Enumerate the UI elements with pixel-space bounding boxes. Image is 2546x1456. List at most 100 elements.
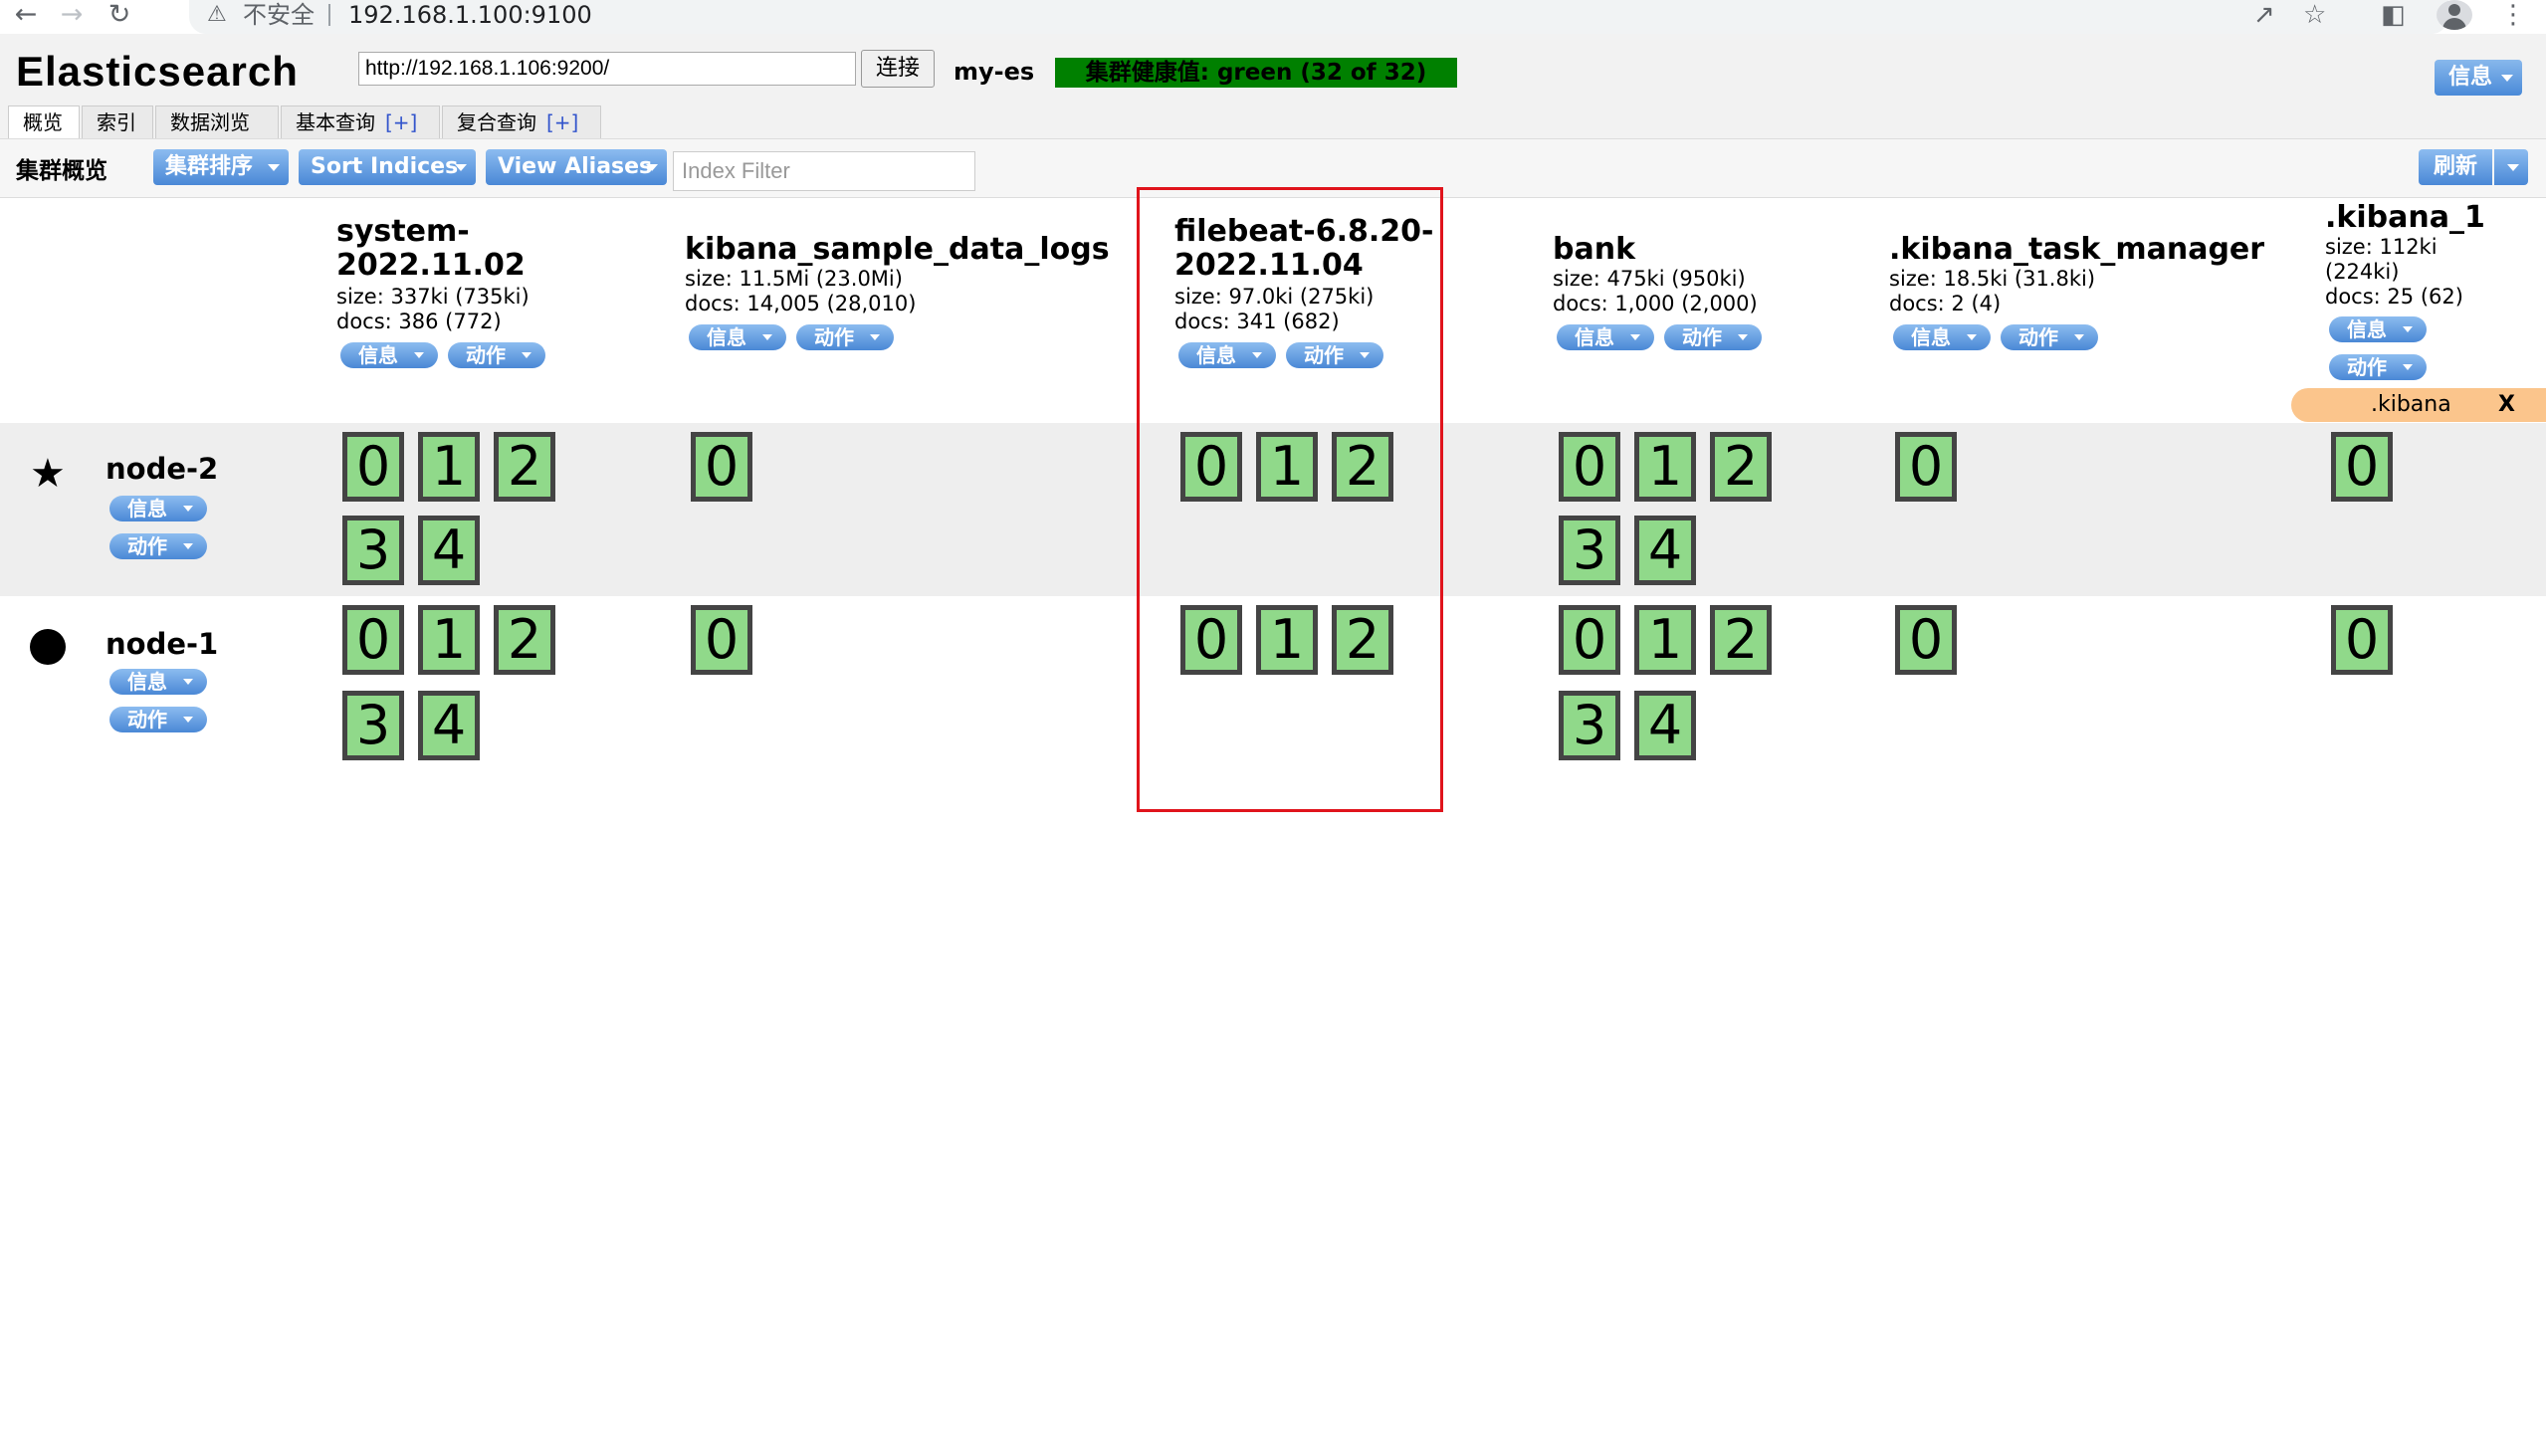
share-icon[interactable]: ↗ (2253, 0, 2275, 30)
chevron-down-icon (183, 717, 193, 723)
menu-kebab-icon[interactable]: ⋮ (2500, 0, 2526, 30)
tab-overview[interactable]: 概览 (8, 105, 80, 138)
close-icon[interactable]: X (2498, 388, 2515, 422)
shard-box[interactable]: 2 (1710, 605, 1772, 675)
shard-box[interactable]: 1 (1634, 605, 1696, 675)
connection-url-input[interactable]: http://192.168.1.106:9200/ (358, 52, 856, 86)
shard-box[interactable]: 2 (1710, 432, 1772, 502)
tab-compound-query[interactable]: 复合查询 [+] (442, 105, 601, 138)
shard-box[interactable]: 0 (2331, 605, 2393, 675)
shard-box[interactable]: 4 (1634, 516, 1696, 585)
shard-box[interactable]: 1 (1634, 432, 1696, 502)
app-title: Elasticsearch (16, 48, 299, 95)
pill-label: 信息 (1911, 325, 1951, 349)
side-panel-icon[interactable]: ◧ (2381, 0, 2406, 30)
shard-box[interactable]: 0 (342, 432, 404, 502)
shard-box[interactable]: 2 (494, 432, 555, 502)
node-action-button[interactable]: 动作 (109, 707, 207, 732)
index-info-button[interactable]: 信息 (340, 342, 438, 368)
address-bar[interactable]: ⚠ 不安全 192.168.1.100:9100 ↗ ☆ (189, 0, 2448, 34)
shard-box[interactable]: 4 (418, 516, 480, 585)
forward-arrow-icon[interactable]: → (52, 0, 92, 30)
index-name[interactable]: kibana_sample_data_logs (685, 233, 1110, 267)
index-info-button[interactable]: 信息 (1893, 324, 1991, 350)
info-menu-label: 信息 (2448, 65, 2493, 90)
bookmark-star-icon[interactable]: ☆ (2303, 0, 2326, 30)
shard-box[interactable]: 0 (1895, 605, 1957, 675)
shard-box[interactable]: 3 (1559, 516, 1620, 585)
address-url[interactable]: 192.168.1.100:9100 (348, 0, 592, 30)
shard-box[interactable]: 4 (418, 691, 480, 760)
node-name[interactable]: node-1 (106, 627, 218, 661)
index-name[interactable]: bank (1553, 233, 1635, 267)
sort-indices-button[interactable]: Sort Indices (299, 149, 476, 185)
refresh-options-button[interactable] (2494, 149, 2528, 185)
shard-box[interactable]: 4 (1634, 691, 1696, 760)
info-menu-button[interactable]: 信息 (2435, 60, 2522, 96)
connect-button[interactable]: 连接 (861, 50, 935, 88)
shard-box[interactable]: 0 (691, 605, 752, 675)
chevron-down-icon (522, 352, 531, 358)
index-filter-input[interactable]: Index Filter (673, 151, 975, 191)
tab-indices[interactable]: 索引 (82, 105, 153, 138)
shard-box[interactable]: 0 (2331, 432, 2393, 502)
index-info-button[interactable]: 信息 (1557, 324, 1654, 350)
index-name[interactable]: .kibana_task_manager (1889, 233, 2264, 267)
view-aliases-button[interactable]: View Aliases (486, 149, 667, 185)
cluster-name: my-es (954, 58, 1035, 86)
index-name-line: system- (336, 214, 470, 249)
index-size: size: 112ki (2325, 235, 2438, 259)
index-action-button[interactable]: 动作 (796, 324, 894, 350)
shard-box[interactable]: 3 (342, 691, 404, 760)
shard-box[interactable]: 0 (342, 605, 404, 675)
shard-box[interactable]: 0 (1559, 432, 1620, 502)
address-separator (328, 4, 330, 26)
index-name[interactable]: .kibana_1 (2325, 201, 2485, 235)
pill-label: 动作 (127, 534, 167, 558)
index-docs: docs: 25 (62) (2325, 285, 2463, 309)
alias-tag[interactable]: .kibana X (2291, 388, 2546, 422)
shard-box[interactable]: 0 (1559, 605, 1620, 675)
profile-avatar-icon[interactable] (2437, 0, 2472, 30)
shard-box[interactable]: 3 (342, 516, 404, 585)
shard-box[interactable]: 0 (1895, 432, 1957, 502)
refresh-button[interactable]: 刷新 (2419, 149, 2492, 185)
tab-label: 数据浏览 (170, 110, 250, 134)
new-tab-plus[interactable]: [+] (385, 110, 417, 134)
chevron-down-icon (2501, 75, 2513, 82)
tab-data-browser[interactable]: 数据浏览 (155, 105, 279, 138)
index-action-button[interactable]: 动作 (2329, 354, 2427, 380)
chevron-down-icon (183, 543, 193, 549)
tab-label: 概览 (23, 110, 63, 134)
chevron-down-icon (2074, 334, 2084, 340)
node-info-button[interactable]: 信息 (109, 496, 207, 521)
pill-label: 信息 (127, 670, 167, 694)
shard-box[interactable]: 1 (418, 432, 480, 502)
chevron-down-icon (762, 334, 772, 340)
node-action-button[interactable]: 动作 (109, 533, 207, 559)
index-info-button[interactable]: 信息 (689, 324, 786, 350)
node-info-button[interactable]: 信息 (109, 669, 207, 695)
shard-box[interactable]: 0 (691, 432, 752, 502)
tab-basic-query[interactable]: 基本查询 [+] (281, 105, 440, 138)
index-action-button[interactable]: 动作 (1664, 324, 1762, 350)
index-stats: size: 475ki (950ki) docs: 1,000 (2,000) (1553, 267, 1758, 316)
node-name[interactable]: node-2 (106, 452, 218, 486)
index-name[interactable]: system- 2022.11.02 (336, 215, 526, 283)
chevron-down-icon (1967, 334, 1977, 340)
shard-box[interactable]: 2 (494, 605, 555, 675)
star-icon: ★ (30, 451, 66, 497)
shard-box[interactable]: 3 (1559, 691, 1620, 760)
tab-label: 复合查询 (457, 110, 536, 134)
new-tab-plus[interactable]: [+] (546, 110, 578, 134)
shard-box[interactable]: 1 (418, 605, 480, 675)
pill-label: 信息 (358, 343, 398, 367)
index-info-button[interactable]: 信息 (2329, 316, 2427, 342)
back-arrow-icon[interactable]: ← (6, 0, 46, 30)
reload-icon[interactable]: ↻ (100, 0, 139, 30)
index-action-button[interactable]: 动作 (2001, 324, 2098, 350)
index-stats: size: 112ki (224ki) docs: 25 (62) (2325, 235, 2463, 310)
cluster-sort-button[interactable]: 集群排序 (153, 149, 289, 185)
index-docs: docs: 14,005 (28,010) (685, 292, 917, 315)
index-action-button[interactable]: 动作 (448, 342, 545, 368)
